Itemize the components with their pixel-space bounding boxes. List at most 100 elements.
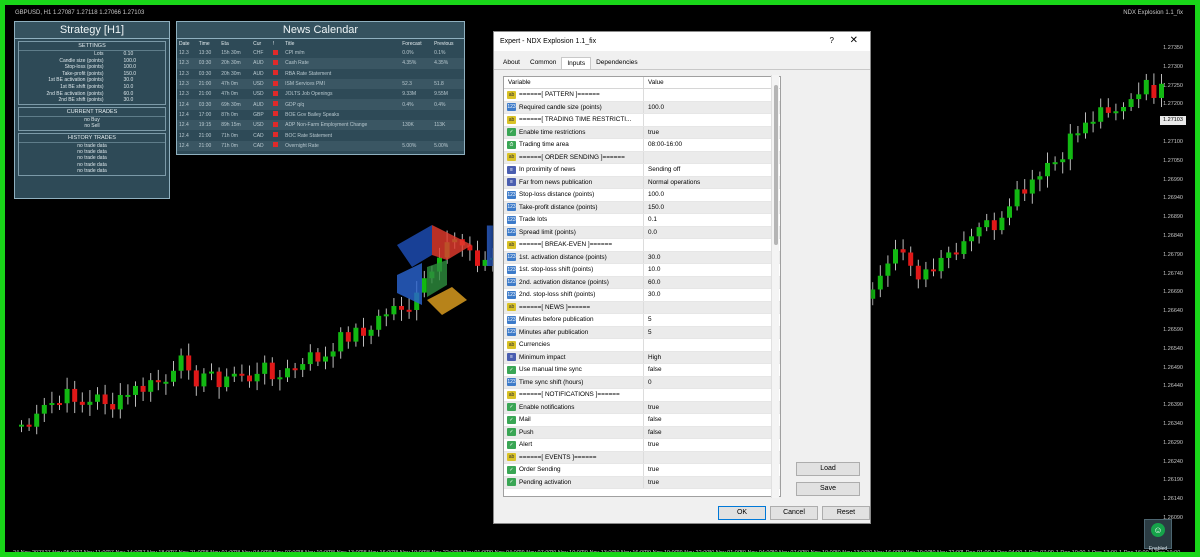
load-button[interactable]: Load [796, 462, 860, 476]
input-value-cell[interactable]: 30.0 [644, 291, 660, 298]
input-row[interactable]: ✓ Use manual time sync false [504, 364, 780, 377]
input-value-cell[interactable]: 0 [644, 379, 652, 386]
news-row[interactable]: 12.3 21:00 47h 0m USD ISM Services PMI 52.3 51… [177, 78, 464, 90]
setting-name: 2nd BE shift (points) [58, 97, 104, 104]
scrollbar-thumb[interactable] [774, 85, 778, 245]
input-row[interactable]: 123 Minutes after publication 5 [504, 326, 780, 339]
input-variable-name: Enable time restrictions [519, 128, 586, 136]
cancel-button[interactable]: Cancel [770, 506, 818, 520]
input-value-cell[interactable]: 0.0 [644, 229, 657, 236]
ok-button[interactable]: OK [718, 506, 766, 520]
input-row[interactable]: ✓ Pending activation true [504, 476, 780, 489]
input-value-cell[interactable]: 10.0 [644, 266, 660, 273]
input-row[interactable]: ⏱ Trading time area 08:00-16:00 [504, 139, 780, 152]
input-row[interactable]: ✓ Enable notifications true [504, 401, 780, 414]
tab-inputs[interactable]: Inputs [561, 57, 592, 69]
input-row[interactable]: ≡ In proximity of news Sending off [504, 164, 780, 177]
input-row[interactable]: ≡ Minimum impact High [504, 351, 780, 364]
candle-body [383, 314, 389, 317]
input-value-cell[interactable]: 150.0 [644, 204, 664, 211]
input-value-cell[interactable]: 100.0 [644, 104, 664, 111]
news-row[interactable]: 12.4 03:30 69h 30m AUD GDP q/q 0.4% 0.4% [177, 99, 464, 110]
dialog-titlebar[interactable]: Expert - NDX Explosion 1.1_fix ? ✕ [494, 32, 870, 51]
help-button[interactable]: ? [830, 36, 834, 45]
input-row[interactable]: 123 Stop-loss distance (points) 100.0 [504, 189, 780, 202]
input-row[interactable]: 123 2nd. stop-loss shift (points) 30.0 [504, 289, 780, 302]
input-value-cell[interactable]: false [644, 416, 662, 423]
input-value-cell[interactable]: 100.0 [644, 191, 664, 198]
bool-type-icon: ✓ [507, 428, 516, 437]
input-row[interactable]: ✓ Mail false [504, 414, 780, 427]
column-variable[interactable]: Variable [504, 77, 644, 88]
input-row[interactable]: 123 Time sync shift (hours) 0 [504, 376, 780, 389]
time-tick-label: 28 Nov 04:00 [234, 550, 267, 556]
time-tick-label: 28 Nov 07:00 [265, 550, 299, 556]
input-value-cell[interactable]: true [644, 404, 659, 411]
input-variable-cell: 123 2nd. stop-loss shift (points) [504, 289, 644, 301]
input-value-cell[interactable]: 0.1 [644, 216, 657, 223]
input-value-cell[interactable]: 08:00-16:00 [644, 141, 682, 148]
input-row[interactable]: 123 2nd. activation distance (points) 60.0 [504, 276, 780, 289]
input-row[interactable]: 123 Minutes before publication 5 [504, 314, 780, 327]
price-tick-label: 1.26690 [1163, 289, 1183, 296]
input-row[interactable]: ab ======[ NEWS ]====== [504, 301, 780, 314]
input-variable-name: ======[ BREAK-EVEN ]====== [519, 241, 613, 249]
input-value-cell[interactable]: true [644, 441, 659, 448]
close-button[interactable]: ✕ [850, 35, 858, 46]
news-row[interactable]: 12.4 21:00 71h 0m CAD Overnight Rate 5.00% 5.0… [177, 140, 464, 151]
input-row[interactable]: 123 Spread limit (points) 0.0 [504, 226, 780, 239]
column-value[interactable]: Value [644, 77, 668, 88]
input-value-cell[interactable]: 60.0 [644, 279, 660, 286]
tab-about[interactable]: About [498, 57, 525, 69]
input-row[interactable]: ✓ Enable time restrictions true [504, 126, 780, 139]
inputs-scrollbar[interactable] [771, 75, 779, 498]
news-row[interactable]: 12.4 19:15 89h 15m USD ADP Non-Farm Employme… [177, 120, 464, 131]
setting-name: Take-profit (points) [62, 70, 104, 77]
news-row[interactable]: 12.3 03:30 20h 30m AUD RBA Rate Statement [177, 69, 464, 79]
input-variable-name: ======[ NEWS ]====== [519, 303, 591, 311]
input-value-cell[interactable]: false [644, 429, 662, 436]
input-value-cell[interactable]: High [644, 354, 661, 361]
input-row[interactable]: 123 1st. stop-loss shift (points) 10.0 [504, 264, 780, 277]
candle-body [908, 252, 914, 266]
price-tick-label: 1.26540 [1163, 345, 1183, 352]
input-row[interactable]: 123 Trade lots 0.1 [504, 214, 780, 227]
input-row[interactable]: 123 Required candle size (points) 100.0 [504, 101, 780, 114]
news-row[interactable]: 12.3 13:30 15h 30m CHF CPI m/m 0.0% 0.1% [177, 48, 464, 58]
input-value-cell[interactable]: 5 [644, 329, 652, 336]
input-row[interactable]: ab ======[ ORDER SENDING ]====== [504, 151, 780, 164]
input-variable-cell: 123 2nd. activation distance (points) [504, 276, 644, 288]
input-value-cell[interactable]: false [644, 366, 662, 373]
bool-type-icon: ✓ [507, 440, 516, 449]
autotrading-enabled-badge[interactable]: ☺ Enabled [1144, 519, 1172, 552]
reset-button[interactable]: Reset [822, 506, 870, 520]
input-value-cell[interactable]: true [644, 479, 659, 486]
input-value-cell[interactable]: true [644, 129, 659, 136]
input-value-cell[interactable]: 30.0 [644, 254, 660, 261]
input-value-cell[interactable]: Normal operations [644, 179, 700, 186]
input-row[interactable]: ≡ Far from news publication Normal operati… [504, 176, 780, 189]
input-value-cell[interactable]: 5 [644, 316, 652, 323]
input-row[interactable]: 123 1st. activation distance (points) 30.0 [504, 251, 780, 264]
input-row[interactable]: ab ======[ BREAK-EVEN ]====== [504, 239, 780, 252]
input-row[interactable]: ab ======[ TRADING TIME RESTRICTI... [504, 114, 780, 127]
news-row[interactable]: 12.3 21:00 47h 0m USD JOLTS Job Openings 9.33… [177, 89, 464, 99]
tab-common[interactable]: Common [525, 57, 561, 69]
news-row[interactable]: 12.4 17:00 87h 0m GBP BOE Gov Bailey Speaks [177, 110, 464, 120]
time-tick-label: 29 Nov 22:00 [676, 550, 710, 556]
candle-body [224, 376, 230, 388]
input-row[interactable]: ab ======[ EVENTS ]====== [504, 451, 780, 464]
input-row[interactable]: ab ======[ PATTERN ]====== [504, 89, 780, 102]
tab-dependencies[interactable]: Dependencies [591, 57, 643, 69]
news-row[interactable]: 12.3 03:30 20h 30m AUD Cash Rate 4.35% 4.35% [177, 58, 464, 69]
news-row[interactable]: 12.4 21:00 71h 0m CAD BOC Rate Statement [177, 130, 464, 140]
input-row[interactable]: ✓ Order Sending true [504, 464, 780, 477]
input-value-cell[interactable]: Sending off [644, 166, 680, 173]
input-row[interactable]: ab ======[ NOTIFICATIONS ]====== [504, 389, 780, 402]
input-row[interactable]: ✓ Push false [504, 426, 780, 439]
input-row[interactable]: ✓ Alert true [504, 439, 780, 452]
input-row[interactable]: 123 Take-profit distance (points) 150.0 [504, 201, 780, 214]
save-button[interactable]: Save [796, 482, 860, 496]
input-value-cell[interactable]: true [644, 466, 659, 473]
input-row[interactable]: ab Currencies [504, 339, 780, 352]
